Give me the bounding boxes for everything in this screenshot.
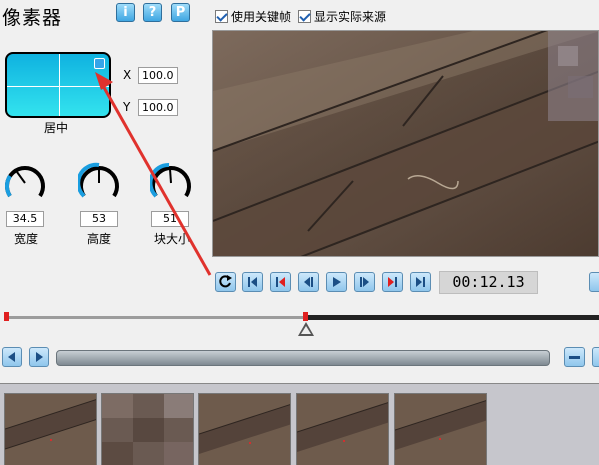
current-marker[interactable]: [303, 312, 308, 321]
thumbnail-image: [297, 394, 388, 465]
panel-title: 像素器: [2, 7, 63, 29]
x-input[interactable]: 100.0: [138, 67, 178, 84]
thumbnail-image: [199, 394, 290, 465]
width-label: 宽度: [14, 232, 39, 246]
go-to-end-button[interactable]: [410, 272, 431, 292]
thumbnail-image: [102, 394, 193, 465]
help-button[interactable]: ?: [143, 3, 162, 22]
next-frame-button[interactable]: [354, 272, 375, 292]
prev-keyframe-button[interactable]: [270, 272, 291, 292]
zoom-out-button[interactable]: [564, 347, 585, 367]
arrow-right-icon: [36, 352, 43, 362]
skip-end-icon: [416, 277, 425, 287]
minus-icon: [569, 356, 580, 359]
use-keyframes-label: 使用关键帧: [231, 10, 292, 24]
checkbox-checked-icon: [298, 10, 311, 23]
timeline-scrollbar[interactable]: [56, 350, 550, 366]
zoom-in-button[interactable]: [592, 347, 599, 367]
position-label: 居中: [44, 121, 69, 135]
next-frame-icon: [360, 277, 369, 287]
play-button[interactable]: [326, 272, 347, 292]
y-input[interactable]: 100.0: [138, 99, 178, 116]
show-actual-source-checkbox[interactable]: 显示实际来源: [298, 8, 386, 25]
thumbnail[interactable]: [296, 393, 389, 465]
use-keyframes-checkbox[interactable]: 使用关键帧: [215, 8, 291, 25]
wood-floor-image: [213, 31, 598, 256]
x-label: X: [123, 68, 132, 82]
thumbnail-image: [395, 394, 486, 465]
thumbnail[interactable]: [101, 393, 194, 465]
prev-frame-icon: [304, 277, 313, 287]
block-size-value[interactable]: 51: [151, 211, 189, 227]
checkbox-checked-icon: [215, 10, 228, 23]
preset-button[interactable]: P: [171, 3, 190, 22]
prev-keyframe-icon: [276, 277, 285, 287]
position-pad[interactable]: [5, 52, 111, 118]
loop-button[interactable]: [215, 272, 236, 292]
crosshair-vertical: [59, 54, 60, 116]
timeline-range: [305, 315, 599, 320]
thumbnail[interactable]: [4, 393, 97, 465]
start-marker[interactable]: [4, 312, 9, 321]
thumbnail-image: [5, 394, 96, 465]
next-keyframe-button[interactable]: [382, 272, 403, 292]
next-keyframe-icon: [388, 277, 397, 287]
info-button[interactable]: i: [116, 3, 135, 22]
go-to-start-button[interactable]: [242, 272, 263, 292]
scroll-left-button[interactable]: [2, 347, 22, 367]
thumbnail[interactable]: [394, 393, 487, 465]
play-icon: [333, 277, 341, 287]
thumbnail[interactable]: [198, 393, 291, 465]
show-actual-source-label: 显示实际来源: [314, 10, 387, 24]
extra-button[interactable]: [589, 272, 599, 292]
width-value[interactable]: 34.5: [6, 211, 44, 227]
block-size-knob[interactable]: [150, 162, 192, 204]
playhead-inner: [301, 326, 311, 334]
skip-start-icon: [248, 277, 257, 287]
prev-frame-button[interactable]: [298, 272, 319, 292]
scroll-right-button[interactable]: [29, 347, 49, 367]
y-label: Y: [123, 100, 131, 114]
width-knob[interactable]: [4, 162, 46, 204]
height-label: 高度: [87, 232, 112, 246]
height-value[interactable]: 53: [80, 211, 118, 227]
crosshair-horizontal: [7, 86, 109, 87]
filmstrip: [0, 383, 599, 465]
arrow-left-icon: [8, 352, 15, 362]
timecode-display: 00:12.13: [439, 271, 538, 294]
height-knob[interactable]: [78, 162, 120, 204]
position-handle[interactable]: [94, 58, 105, 69]
loop-icon: [219, 275, 232, 288]
block-size-label: 块大小: [154, 232, 191, 246]
video-preview[interactable]: [212, 30, 599, 257]
